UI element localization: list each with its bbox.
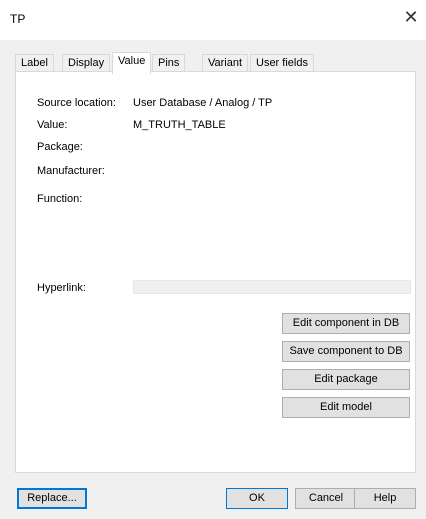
window-title: TP — [10, 12, 26, 26]
close-icon[interactable]: ✕ — [402, 8, 420, 26]
hyperlink-field[interactable] — [133, 280, 411, 294]
save-component-to-db-button[interactable]: Save component to DB — [282, 341, 410, 362]
title-bar: TP ✕ — [0, 0, 426, 40]
hyperlink-label: Hyperlink: — [37, 282, 86, 294]
edit-model-button[interactable]: Edit model — [282, 397, 410, 418]
ok-button[interactable]: OK — [226, 488, 288, 509]
value-label: Value: — [37, 119, 68, 131]
source-location-label: Source location: — [37, 97, 116, 109]
edit-component-in-db-button[interactable]: Edit component in DB — [282, 313, 410, 334]
tab-pins[interactable]: Pins — [152, 54, 186, 71]
value-tab-panel: Source location: User Database / Analog … — [15, 71, 416, 473]
edit-package-button[interactable]: Edit package — [282, 369, 410, 390]
tab-value[interactable]: Value — [112, 52, 152, 74]
function-label: Function: — [37, 193, 83, 205]
source-location-value: User Database / Analog / TP — [133, 97, 273, 109]
cancel-button[interactable]: Cancel — [295, 488, 357, 509]
help-button[interactable]: Help — [354, 488, 416, 509]
replace-button[interactable]: Replace... — [17, 488, 87, 509]
value-value: M_TRUTH_TABLE — [133, 119, 226, 131]
tab-variant[interactable]: Variant — [202, 54, 249, 71]
manufacturer-label: Manufacturer: — [37, 165, 105, 177]
tab-user-fields[interactable]: User fields — [250, 54, 314, 71]
package-label: Package: — [37, 141, 83, 153]
tab-label[interactable]: Label — [15, 54, 54, 71]
tab-display[interactable]: Display — [62, 54, 111, 71]
